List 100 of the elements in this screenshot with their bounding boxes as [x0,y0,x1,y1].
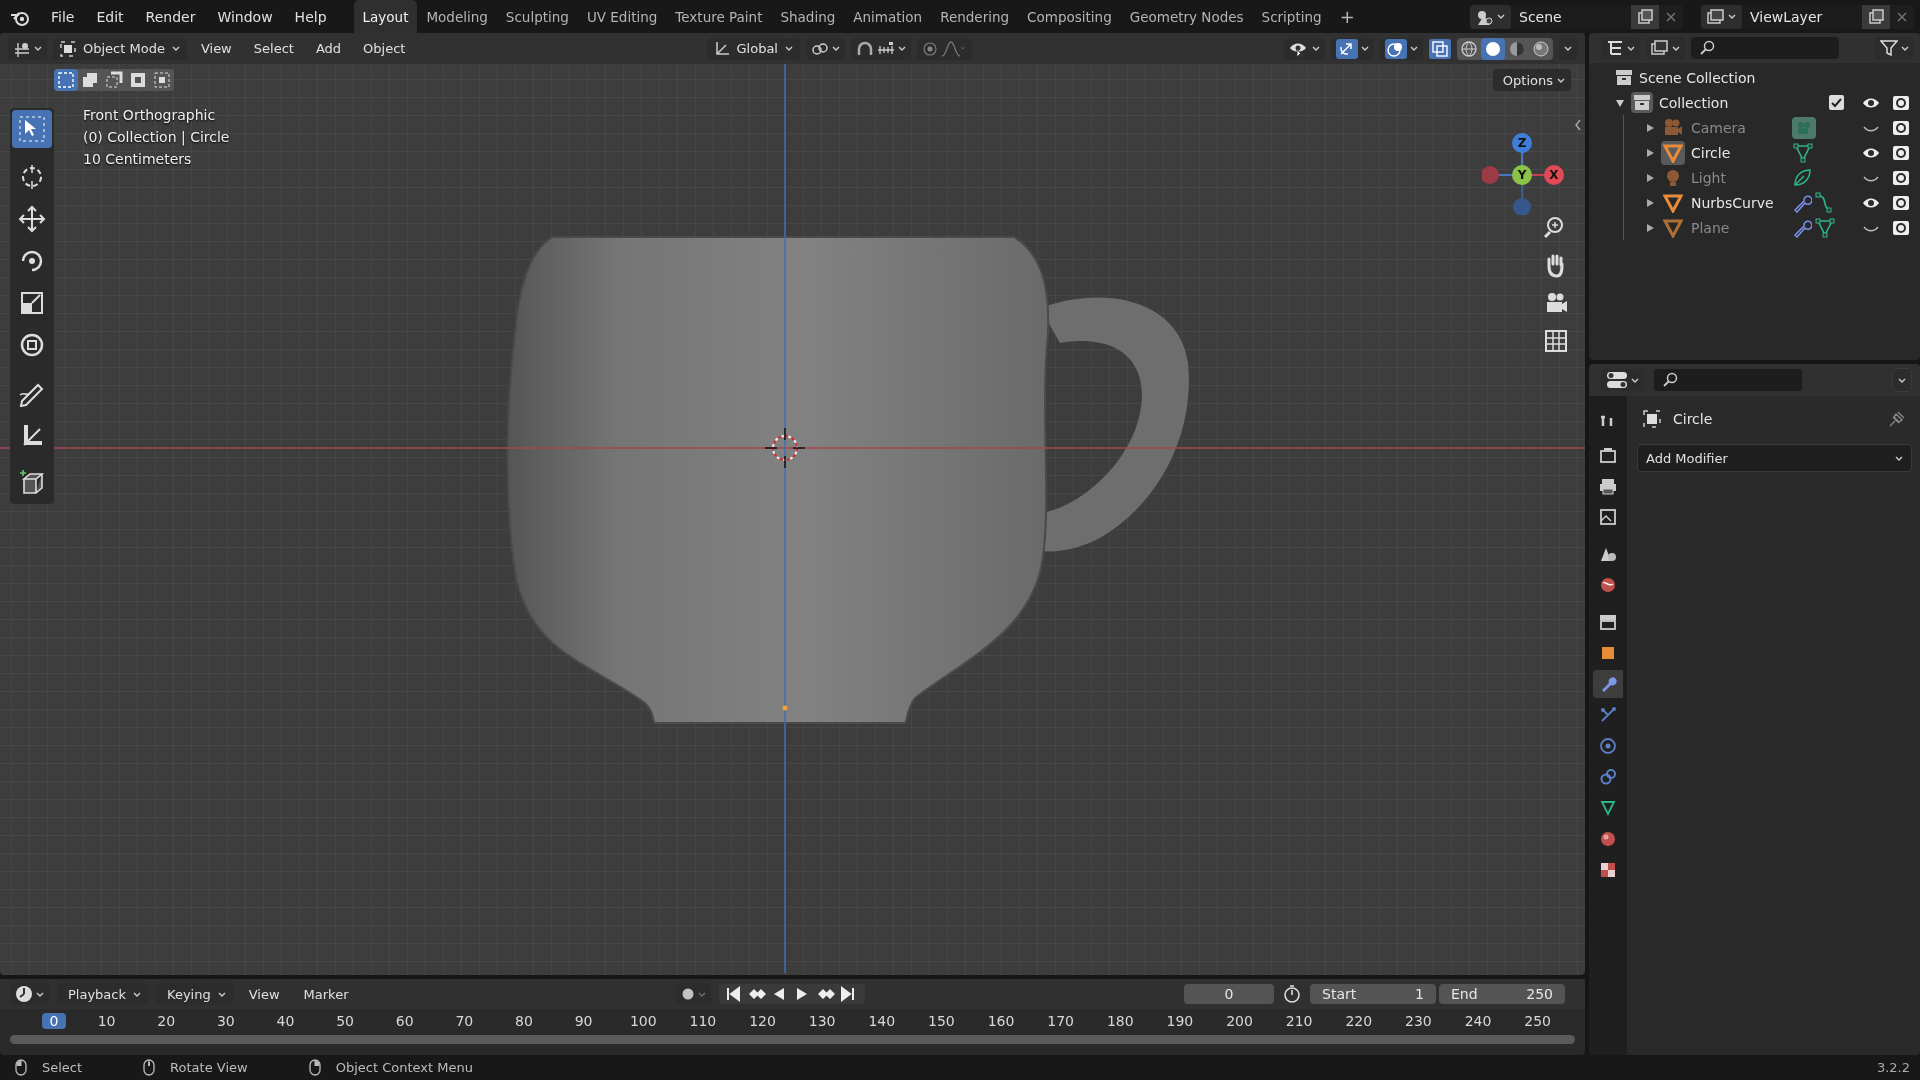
image-stack-icon [1707,8,1725,25]
menu-item[interactable]: Edit [87,4,133,29]
menu-item[interactable]: Window [208,4,282,29]
left-mouse-icon [14,1059,28,1076]
close-icon[interactable] [1896,10,1908,23]
editor-type-dropdown[interactable] [10,983,49,1005]
render-camera-icon[interactable] [1892,218,1910,237]
disclosure-triangle-icon[interactable] [1645,222,1655,233]
menu-item[interactable]: View [240,984,288,1004]
search-field[interactable] [1654,369,1802,391]
selection-mode-button[interactable] [54,69,78,91]
render-camera-icon[interactable] [1892,118,1910,137]
display-mode-dropdown[interactable] [1601,37,1640,59]
image-stack-dropdown[interactable] [1701,4,1742,29]
proportional-edit-group[interactable] [917,37,972,60]
render-camera-icon[interactable] [1892,143,1910,162]
pin-icon[interactable] [1888,410,1906,428]
copy-button[interactable] [1862,4,1890,29]
menu-item[interactable]: Add [307,39,350,58]
tool-button[interactable] [12,110,52,148]
frame-number: 40 [275,1013,296,1029]
chevron-icon [1557,76,1565,84]
stopwatch-icon[interactable] [1282,984,1302,1004]
shading-button[interactable] [1481,37,1505,60]
printer-icon [1599,477,1617,495]
disclosure-triangle-icon[interactable] [1615,97,1625,108]
menu-item[interactable]: Select [245,39,302,58]
menu-item[interactable]: Object [355,39,414,58]
gizmo-dropdown[interactable] [1331,37,1374,60]
add-workspace-button[interactable]: + [1330,0,1364,33]
copy-button[interactable] [1631,4,1659,29]
shading-options-dropdown[interactable] [1559,37,1577,60]
outliner-item[interactable]: Collection [1659,94,1729,111]
frame-number: 30 [215,1013,236,1029]
outliner-item[interactable]: Light [1691,169,1786,186]
render-camera-icon[interactable] [1892,168,1910,187]
workspace-tab[interactable]: Geometry Nodes [1120,0,1253,33]
chevron-icon [1312,45,1320,52]
link-icon [1599,768,1617,786]
outliner-item[interactable]: Scene Collection [1639,69,1756,86]
editor-type-dropdown[interactable] [8,37,47,60]
y-axis-handle[interactable]: Y [1512,165,1532,185]
scrollbar[interactable] [10,1035,1575,1044]
current-frame-field[interactable]: 0 [1184,984,1274,1004]
options-dropdown[interactable]: Options [1492,69,1571,91]
workspace-tab[interactable]: Modeling [417,0,497,33]
render-camera-icon[interactable] [1892,193,1910,212]
visibility-dropdown[interactable] [1284,37,1325,60]
outliner-item[interactable]: Plane [1691,219,1786,236]
add-modifier-dropdown[interactable]: Add Modifier [1637,444,1912,472]
snap-group[interactable] [851,37,911,60]
disclosure-triangle-icon[interactable] [1645,172,1655,183]
checkbox-icon[interactable] [1829,95,1844,110]
search-field[interactable] [1691,37,1839,59]
grid-icon[interactable] [1543,328,1569,354]
menu-dropdown[interactable]: Keying [156,983,233,1005]
render-camera-icon[interactable] [1892,93,1910,112]
start-frame-field[interactable]: Start 1 [1310,984,1436,1004]
x-axis-handle[interactable]: X [1544,165,1564,185]
overlay-dropdown[interactable] [1380,37,1423,60]
z-axis-handle[interactable]: Z [1512,133,1532,153]
workspace-tab[interactable]: Layout [353,0,418,33]
outliner-item[interactable]: Circle [1691,144,1786,161]
xray-toggle-icon[interactable] [1429,38,1451,59]
menu-item[interactable]: File [42,4,84,29]
auto-keying-dropdown[interactable] [675,983,711,1005]
editor-type-dropdown[interactable] [1601,369,1644,391]
workspace-tab[interactable]: Scripting [1252,0,1331,33]
frame-number: 180 [1105,1013,1135,1029]
menu-dropdown[interactable]: Playback [57,983,148,1005]
pivot-dropdown[interactable] [806,37,845,60]
view-layer-dropdown[interactable] [1646,37,1685,59]
next-keyframe-icon[interactable] [816,986,836,1002]
close-icon[interactable] [1665,10,1677,23]
outliner-item[interactable]: NurbsCurve [1691,194,1786,211]
prev-keyframe-icon[interactable] [747,986,767,1002]
workspace-tab[interactable]: Texture Paint [666,0,772,33]
workspace-tab[interactable]: Compositing [1018,0,1121,33]
outliner-item[interactable]: Camera [1691,119,1786,136]
workspace-tab[interactable]: Shading [771,0,845,33]
end-frame-field[interactable]: End 250 [1439,984,1565,1004]
frame-number: 20 [156,1013,177,1029]
workspace-tab[interactable]: Animation [844,0,932,33]
menu-item[interactable]: Help [285,4,336,29]
workspace-tab[interactable]: Sculpting [496,0,578,33]
disclosure-triangle-icon[interactable] [1645,147,1655,158]
menu-item[interactable]: Render [136,4,205,29]
menu-item[interactable]: Marker [295,984,357,1004]
mode-dropdown[interactable]: Object Mode [53,37,187,60]
workspace-tab[interactable]: Rendering [931,0,1019,33]
menu-item[interactable]: View [192,39,240,58]
workspace-tab[interactable]: UV Editing [577,0,667,33]
disclosure-triangle-icon[interactable] [1645,197,1655,208]
options-dropdown[interactable] [1892,368,1912,392]
orientation-dropdown[interactable]: Global [706,37,800,60]
frame-number: 230 [1404,1013,1433,1029]
playhead-frame[interactable]: 0 [42,1013,66,1029]
disclosure-triangle-icon[interactable] [1645,122,1655,133]
filter-dropdown[interactable] [1875,37,1914,59]
scene-dropdown[interactable] [1470,4,1511,29]
